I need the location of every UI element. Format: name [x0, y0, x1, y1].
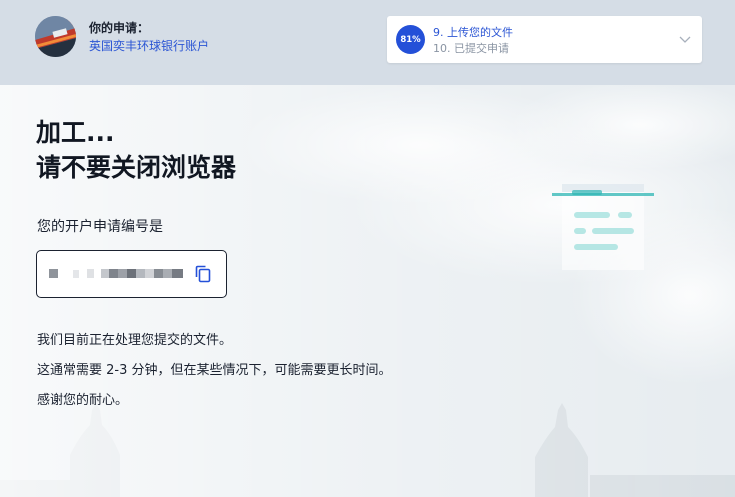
chevron-down-icon[interactable] [678, 32, 692, 46]
current-step: 9. 上传您的文件 [433, 26, 513, 39]
progress-percent-badge: 81% [396, 25, 425, 54]
copy-icon[interactable] [193, 264, 213, 284]
processing-info: 我们目前正在处理您提交的文件。 这通常需要 2-3 分钟，但在某些情况下，可能需… [37, 326, 392, 416]
next-step: 10. 已提交申请 [433, 42, 509, 55]
application-name: 英国奕丰环球银行账户 [89, 39, 210, 53]
main-content: 加工... 请不要关闭浏览器 您的开户申请编号是 我们目前正在处理您提交的文件。… [0, 85, 735, 497]
info-line-2: 这通常需要 2-3 分钟，但在某些情况下，可能需要更长时间。 [37, 363, 392, 378]
app-header: 你的申请： 英国奕丰环球银行账户 81% 9. 上传您的文件 10. 已提交申请 [0, 0, 735, 85]
reference-number-pixelated [49, 269, 183, 278]
page-title-line-1: 加工... [36, 118, 115, 147]
avatar-image [35, 16, 76, 57]
application-caption: 你的申请： [89, 21, 150, 35]
page-title: 加工... 请不要关闭浏览器 [36, 115, 236, 185]
reference-number-field [36, 250, 227, 298]
page-title-line-2: 请不要关闭浏览器 [36, 153, 237, 182]
avatar [35, 16, 76, 57]
info-line-3: 感谢您的耐心。 [37, 393, 129, 408]
progress-dropdown[interactable]: 81% 9. 上传您的文件 10. 已提交申请 [387, 16, 702, 63]
document-illustration [552, 184, 654, 270]
reference-label: 您的开户申请编号是 [37, 219, 163, 235]
info-line-1: 我们目前正在处理您提交的文件。 [37, 333, 233, 348]
